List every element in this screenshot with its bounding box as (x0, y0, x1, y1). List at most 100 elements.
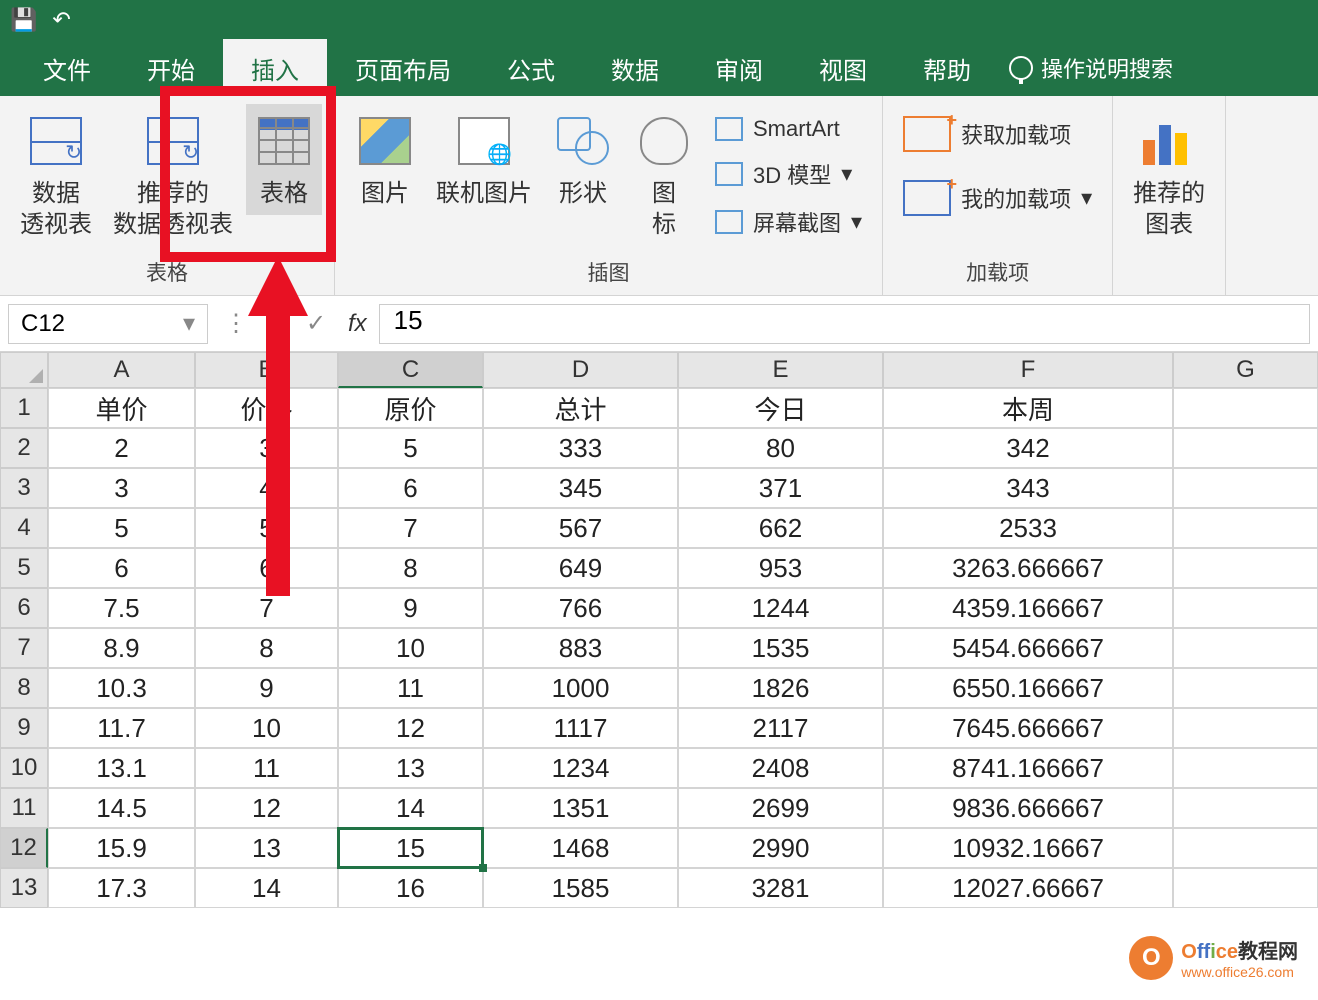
cell-D13[interactable]: 1585 (483, 868, 678, 908)
cell-F2[interactable]: 342 (883, 428, 1173, 468)
cell-A12[interactable]: 15.9 (48, 828, 195, 868)
cell-G13[interactable] (1173, 868, 1318, 908)
cell-C1[interactable]: 原价 (338, 388, 483, 428)
tab-review[interactable]: 审阅 (687, 39, 791, 98)
tab-view[interactable]: 视图 (791, 39, 895, 98)
tab-help[interactable]: 帮助 (895, 39, 999, 98)
col-header-A[interactable]: A (48, 352, 195, 388)
table-button[interactable]: 表格 (246, 104, 322, 215)
cell-F10[interactable]: 8741.166667 (883, 748, 1173, 788)
cell-B4[interactable]: 5 (195, 508, 338, 548)
row-header-10[interactable]: 10 (0, 748, 48, 788)
row-header-5[interactable]: 5 (0, 548, 48, 588)
cell-E4[interactable]: 662 (678, 508, 883, 548)
recommended-pivot-button[interactable]: 推荐的 数据透视表 (105, 104, 241, 246)
row-header-2[interactable]: 2 (0, 428, 48, 468)
cell-D10[interactable]: 1234 (483, 748, 678, 788)
cell-F3[interactable]: 343 (883, 468, 1173, 508)
cell-C7[interactable]: 10 (338, 628, 483, 668)
cell-D2[interactable]: 333 (483, 428, 678, 468)
cell-G8[interactable] (1173, 668, 1318, 708)
cell-A7[interactable]: 8.9 (48, 628, 195, 668)
col-header-D[interactable]: D (483, 352, 678, 388)
col-header-E[interactable]: E (678, 352, 883, 388)
cell-E5[interactable]: 953 (678, 548, 883, 588)
cell-C11[interactable]: 14 (338, 788, 483, 828)
cell-A1[interactable]: 单价 (48, 388, 195, 428)
tab-file[interactable]: 文件 (15, 39, 119, 98)
shapes-button[interactable]: 形状 (545, 104, 621, 215)
cell-F6[interactable]: 4359.166667 (883, 588, 1173, 628)
row-header-3[interactable]: 3 (0, 468, 48, 508)
smartart-button[interactable]: SmartArt (707, 112, 870, 146)
cell-B9[interactable]: 10 (195, 708, 338, 748)
cell-E1[interactable]: 今日 (678, 388, 883, 428)
formula-input[interactable]: 15 (379, 304, 1310, 344)
formula-options-button[interactable]: ⋮ (216, 304, 256, 344)
cell-C2[interactable]: 5 (338, 428, 483, 468)
cell-F9[interactable]: 7645.666667 (883, 708, 1173, 748)
cell-A4[interactable]: 5 (48, 508, 195, 548)
cell-E3[interactable]: 371 (678, 468, 883, 508)
cell-B10[interactable]: 11 (195, 748, 338, 788)
col-header-B[interactable]: B (195, 352, 338, 388)
cell-F7[interactable]: 5454.666667 (883, 628, 1173, 668)
cell-E8[interactable]: 1826 (678, 668, 883, 708)
tab-data[interactable]: 数据 (583, 39, 687, 98)
cell-C8[interactable]: 11 (338, 668, 483, 708)
cell-B6[interactable]: 7 (195, 588, 338, 628)
cell-G11[interactable] (1173, 788, 1318, 828)
cell-D8[interactable]: 1000 (483, 668, 678, 708)
row-header-8[interactable]: 8 (0, 668, 48, 708)
cell-E9[interactable]: 2117 (678, 708, 883, 748)
cell-D11[interactable]: 1351 (483, 788, 678, 828)
cancel-button[interactable]: ✕ (256, 304, 296, 344)
row-header-1[interactable]: 1 (0, 388, 48, 428)
cell-D1[interactable]: 总计 (483, 388, 678, 428)
online-picture-button[interactable]: 联机图片 (428, 104, 540, 215)
cell-A10[interactable]: 13.1 (48, 748, 195, 788)
icons-button[interactable]: 图 标 (626, 104, 702, 246)
cell-B12[interactable]: 13 (195, 828, 338, 868)
cell-G3[interactable] (1173, 468, 1318, 508)
cell-C5[interactable]: 8 (338, 548, 483, 588)
cell-G4[interactable] (1173, 508, 1318, 548)
cell-C6[interactable]: 9 (338, 588, 483, 628)
cell-G1[interactable] (1173, 388, 1318, 428)
cell-E13[interactable]: 3281 (678, 868, 883, 908)
cell-E7[interactable]: 1535 (678, 628, 883, 668)
cell-D5[interactable]: 649 (483, 548, 678, 588)
row-header-13[interactable]: 13 (0, 868, 48, 908)
row-header-9[interactable]: 9 (0, 708, 48, 748)
cell-G6[interactable] (1173, 588, 1318, 628)
cell-G2[interactable] (1173, 428, 1318, 468)
cell-F11[interactable]: 9836.666667 (883, 788, 1173, 828)
cell-F1[interactable]: 本周 (883, 388, 1173, 428)
cell-D6[interactable]: 766 (483, 588, 678, 628)
cell-D12[interactable]: 1468 (483, 828, 678, 868)
cell-E11[interactable]: 2699 (678, 788, 883, 828)
row-header-6[interactable]: 6 (0, 588, 48, 628)
tab-formulas[interactable]: 公式 (479, 39, 583, 98)
cell-D4[interactable]: 567 (483, 508, 678, 548)
fx-button[interactable]: fx (336, 310, 379, 338)
cell-A8[interactable]: 10.3 (48, 668, 195, 708)
undo-icon[interactable]: ↶ (52, 7, 70, 33)
cell-B13[interactable]: 14 (195, 868, 338, 908)
3dmodel-button[interactable]: 3D 模型 ▾ (707, 154, 870, 194)
tell-me-search[interactable]: 操作说明搜索 (1009, 52, 1173, 84)
name-box-dropdown-icon[interactable]: ▾ (183, 309, 195, 338)
cell-E10[interactable]: 2408 (678, 748, 883, 788)
recommended-charts-button[interactable]: 推荐的 图表 (1125, 104, 1213, 246)
picture-button[interactable]: 图片 (347, 104, 423, 215)
cell-A9[interactable]: 11.7 (48, 708, 195, 748)
cell-B1[interactable]: 价格 (195, 388, 338, 428)
cell-G5[interactable] (1173, 548, 1318, 588)
col-header-F[interactable]: F (883, 352, 1173, 388)
row-header-7[interactable]: 7 (0, 628, 48, 668)
cell-B8[interactable]: 9 (195, 668, 338, 708)
cell-B3[interactable]: 4 (195, 468, 338, 508)
select-all-corner[interactable] (0, 352, 48, 388)
cell-F12[interactable]: 10932.16667 (883, 828, 1173, 868)
cell-B7[interactable]: 8 (195, 628, 338, 668)
